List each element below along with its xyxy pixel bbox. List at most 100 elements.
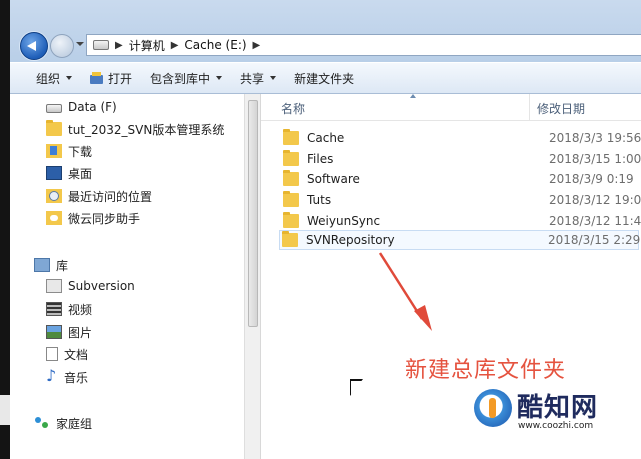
file-row[interactable]: Cache 2018/3/3 19:56 — [281, 128, 641, 148]
nav-item-label: 最近访问的位置 — [68, 189, 153, 204]
folder-icon — [283, 170, 299, 186]
nav-item-label: 微云同步助手 — [68, 211, 141, 226]
drive-icon — [46, 104, 62, 113]
share-label: 共享 — [240, 71, 265, 86]
nav-item-label: Data (F) — [68, 100, 117, 114]
chevron-right-icon[interactable]: ▶ — [253, 40, 261, 51]
nav-item-subversion[interactable]: Subversion — [46, 276, 135, 296]
navigation-pane: Data (F) tut_2032_SVN版本管理系统 下载 桌面 最近访问的位… — [10, 94, 253, 459]
nav-item-label: 家庭组 — [56, 416, 93, 431]
folder-icon — [283, 191, 299, 207]
nav-item-desktop[interactable]: 桌面 — [46, 163, 92, 183]
new-folder-button[interactable]: 新建文件夹 — [294, 70, 354, 87]
command-bar: 组织 打开 包含到库中 共享 新建文件夹 — [10, 63, 641, 94]
column-name[interactable]: 名称 — [281, 100, 305, 117]
file-date: 2018/3/15 1:00 — [549, 152, 641, 166]
folder-icon — [282, 231, 298, 247]
video-icon — [46, 302, 62, 316]
nav-item-homegroup[interactable]: 家庭组 — [34, 413, 92, 433]
caret-down-icon — [66, 76, 73, 80]
file-row[interactable]: Tuts 2018/3/12 19:05 — [281, 190, 641, 210]
column-header: 名称 修改日期 — [261, 94, 641, 121]
nav-item-videos[interactable]: 视频 — [46, 299, 92, 319]
navigation-scrollbar[interactable] — [244, 94, 261, 459]
nav-item-label: tut_2032_SVN版本管理系统 — [68, 122, 225, 137]
caret-down-icon — [216, 76, 223, 80]
open-icon — [90, 71, 104, 85]
annotation-arrow-icon — [378, 252, 432, 331]
nav-item-weiyun[interactable]: 微云同步助手 — [46, 208, 140, 228]
file-row-selected[interactable]: SVNRepository 2018/3/15 2:29 — [279, 230, 641, 250]
subversion-icon — [46, 279, 62, 293]
nav-item-data-drive[interactable]: Data (F) — [46, 97, 117, 117]
nav-item-downloads[interactable]: 下载 — [46, 141, 92, 161]
folder-icon — [283, 150, 299, 166]
weiyun-icon — [46, 211, 62, 225]
file-date: 2018/3/12 11:45 — [549, 214, 641, 228]
nav-item-music[interactable]: 音乐 — [46, 366, 89, 387]
nav-item-label: 桌面 — [68, 166, 93, 181]
file-name: Cache — [307, 131, 345, 145]
file-row[interactable]: WeiyunSync 2018/3/12 11:45 — [281, 211, 641, 231]
nav-item-label: 音乐 — [64, 370, 89, 385]
annotation-text: 新建总库文件夹 — [405, 358, 567, 383]
nav-item-libraries[interactable]: 库 — [34, 255, 68, 275]
folder-icon — [283, 129, 299, 145]
column-divider[interactable] — [529, 94, 530, 120]
breadcrumb-computer[interactable]: 计算机 — [129, 37, 165, 54]
nav-item-pictures[interactable]: 图片 — [46, 322, 92, 342]
file-date: 2018/3/9 0:19 — [549, 172, 634, 186]
homegroup-icon — [34, 416, 50, 430]
desktop-icon — [46, 166, 62, 180]
nav-item-recent-places[interactable]: 最近访问的位置 — [46, 186, 152, 206]
organize-label: 组织 — [36, 71, 61, 86]
share-menu[interactable]: 共享 — [240, 70, 277, 87]
coozhi-logo-icon — [474, 389, 512, 427]
watermark-url: www.coozhi.com — [518, 421, 594, 431]
background-window-strip — [0, 395, 10, 425]
nav-item-label: 图片 — [68, 325, 93, 340]
documents-icon — [46, 347, 58, 361]
open-button[interactable]: 打开 — [90, 70, 132, 87]
column-date-modified[interactable]: 修改日期 — [537, 100, 585, 117]
forward-button[interactable] — [50, 34, 74, 58]
watermark-brand: 酷知网 — [517, 393, 599, 423]
folder-icon — [283, 212, 299, 228]
file-name: Tuts — [307, 193, 332, 207]
new-folder-label: 新建文件夹 — [294, 71, 355, 86]
computer-icon — [93, 40, 109, 50]
recent-places-icon — [46, 189, 62, 203]
library-icon — [34, 258, 50, 272]
file-date: 2018/3/15 2:29 — [548, 233, 641, 247]
music-icon — [46, 366, 58, 385]
nav-item-label: 视频 — [68, 302, 93, 317]
file-name: Software — [307, 172, 360, 186]
file-date: 2018/3/12 19:05 — [549, 193, 641, 207]
nav-item-label: Subversion — [68, 279, 135, 293]
chevron-right-icon[interactable]: ▶ — [115, 40, 123, 51]
title-bar: ▶ 计算机 ▶ Cache (E:) ▶ — [10, 0, 641, 62]
nav-item-tut-folder[interactable]: tut_2032_SVN版本管理系统 — [46, 119, 224, 139]
file-name: WeiyunSync — [307, 214, 381, 228]
file-row[interactable]: Software 2018/3/9 0:19 — [281, 169, 637, 189]
recent-pages-dropdown[interactable] — [76, 42, 84, 46]
download-folder-icon — [46, 144, 62, 158]
chevron-right-icon[interactable]: ▶ — [171, 40, 179, 51]
include-in-library-menu[interactable]: 包含到库中 — [150, 70, 223, 87]
caret-down-icon — [270, 76, 277, 80]
mouse-cursor-fill — [351, 381, 362, 395]
file-row[interactable]: Files 2018/3/15 1:00 — [281, 149, 641, 169]
file-name: Files — [307, 152, 334, 166]
pictures-icon — [46, 325, 62, 339]
include-in-library-label: 包含到库中 — [150, 71, 211, 86]
background-window-edge — [0, 0, 10, 459]
breadcrumb-cache-drive[interactable]: Cache (E:) — [184, 38, 246, 52]
nav-item-documents[interactable]: 文档 — [46, 344, 88, 364]
back-button[interactable] — [20, 32, 48, 60]
organize-menu[interactable]: 组织 — [36, 70, 73, 87]
address-bar[interactable]: ▶ 计算机 ▶ Cache (E:) ▶ — [86, 34, 641, 56]
scrollbar-thumb[interactable] — [248, 100, 258, 327]
file-date: 2018/3/3 19:56 — [549, 131, 641, 145]
folder-icon — [46, 120, 62, 136]
nav-item-label: 库 — [56, 258, 69, 273]
